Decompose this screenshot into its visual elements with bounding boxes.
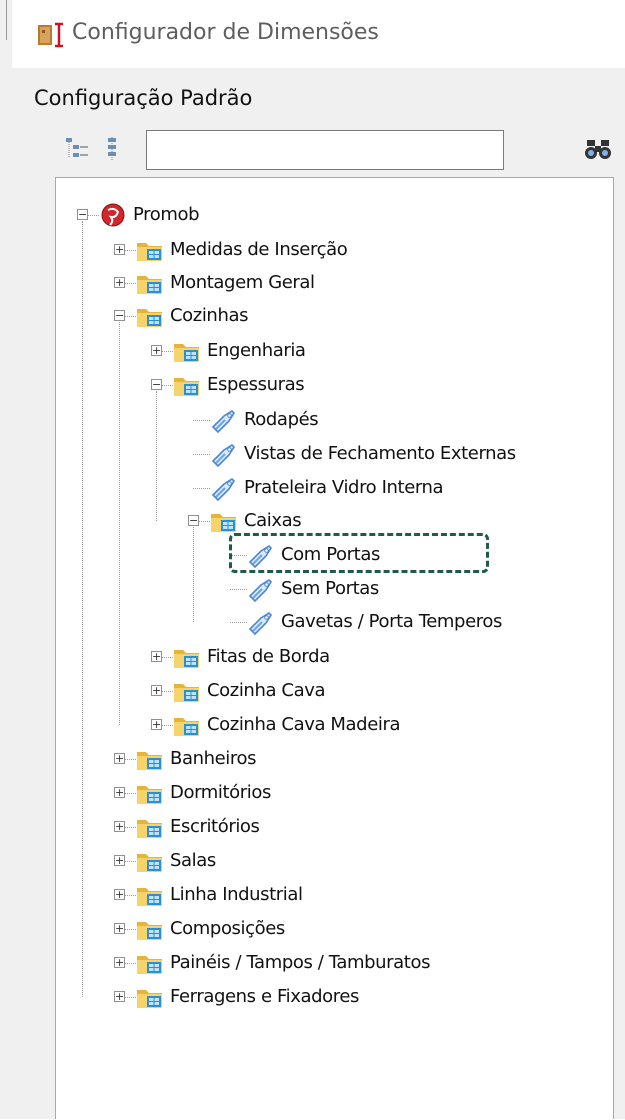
folder-icon xyxy=(137,752,162,770)
folder-icon xyxy=(174,344,199,362)
tree-node-label: Painéis / Tampos / Tamburatos xyxy=(170,952,431,973)
tree-node-label: Vistas de Fechamento Externas xyxy=(244,443,516,464)
tree-node-label: Fitas de Borda xyxy=(207,646,330,667)
tree-view: − Promob + Medidas de Inserção + Montagem … xyxy=(55,177,614,1119)
tree-node-dormitorios[interactable]: + Dormitórios xyxy=(56,776,615,810)
folder-icon xyxy=(137,922,162,940)
tree-node-promob[interactable]: − Promob xyxy=(56,198,615,232)
folder-icon xyxy=(174,378,199,396)
tree-node-label: Salas xyxy=(170,850,216,871)
tree-node-label: Medidas de Inserção xyxy=(170,239,348,260)
expand-toggle-icon[interactable]: + xyxy=(114,889,125,900)
tree-node-label: Prateleira Vidro Interna xyxy=(244,477,444,498)
expand-toggle-icon[interactable]: + xyxy=(151,685,162,696)
folder-icon xyxy=(211,514,236,532)
window-title: Configurador de Dimensões xyxy=(72,20,379,45)
tree-node-escritorios[interactable]: + Escritórios xyxy=(56,810,615,844)
tree-toolbar xyxy=(52,124,625,176)
selection-highlight-box xyxy=(229,533,489,573)
folder-icon xyxy=(174,684,199,702)
tree-node-espessuras[interactable]: − Espessuras xyxy=(56,368,615,402)
tag-icon xyxy=(211,409,236,433)
tree-node-label: Caixas xyxy=(244,510,302,531)
tree-node-sem-portas[interactable]: Sem Portas xyxy=(56,572,615,606)
tree-node-label: Rodapés xyxy=(244,409,319,430)
folder-icon xyxy=(137,888,162,906)
tree-node-label: Espessuras xyxy=(207,374,305,395)
expand-toggle-icon[interactable]: + xyxy=(114,821,125,832)
folder-icon xyxy=(174,650,199,668)
tree-node-montagem-geral[interactable]: + Montagem Geral xyxy=(56,266,615,300)
folder-icon xyxy=(137,990,162,1008)
tag-icon xyxy=(211,477,236,501)
tree-node-gavetas-porta-temperos[interactable]: Gavetas / Porta Temperos xyxy=(56,605,615,639)
tag-icon xyxy=(248,578,273,602)
collapse-toggle-icon[interactable]: − xyxy=(151,379,162,390)
tree-node-vistas-de-fechamento-externas[interactable]: Vistas de Fechamento Externas xyxy=(56,437,615,471)
tree-node-label: Ferragens e Fixadores xyxy=(170,986,359,1007)
tree-node-label: Sem Portas xyxy=(281,578,379,599)
tree-node-label: Cozinha Cava xyxy=(207,680,326,701)
folder-icon xyxy=(137,854,162,872)
tree-node-label: Composições xyxy=(170,918,285,939)
search-input[interactable] xyxy=(146,130,504,170)
expand-toggle-icon[interactable]: + xyxy=(114,244,125,255)
expand-toggle-icon[interactable]: + xyxy=(114,787,125,798)
expand-toggle-icon[interactable]: + xyxy=(114,991,125,1002)
title-bar: Configurador de Dimensões xyxy=(12,0,625,68)
tree-node-salas[interactable]: + Salas xyxy=(56,844,615,878)
expand-all-icon[interactable] xyxy=(64,136,90,162)
tree-node-label: Escritórios xyxy=(170,816,260,837)
configuration-label: Configuração Padrão xyxy=(34,86,253,110)
expand-toggle-icon[interactable]: + xyxy=(114,923,125,934)
collapse-toggle-icon[interactable]: − xyxy=(114,310,125,321)
tree-node-cozinha-cava-madeira[interactable]: + Cozinha Cava Madeira xyxy=(56,708,615,742)
collapse-all-icon[interactable] xyxy=(100,136,126,162)
tree-content: − Promob + Medidas de Inserção + Montagem … xyxy=(56,178,615,1120)
tree-node-cozinhas[interactable]: − Cozinhas xyxy=(56,299,615,333)
collapse-toggle-icon[interactable]: − xyxy=(188,515,199,526)
tree-node-rodapes[interactable]: Rodapés xyxy=(56,403,615,437)
tree-node-ferragens-e-fixadores[interactable]: + Ferragens e Fixadores xyxy=(56,980,615,1014)
tree-node-engenharia[interactable]: + Engenharia xyxy=(56,334,615,368)
tree-node-paineis-tampos-tamburatos[interactable]: + Painéis / Tampos / Tamburatos xyxy=(56,946,615,980)
expand-toggle-icon[interactable]: + xyxy=(151,345,162,356)
tree-node-label: Banheiros xyxy=(170,748,257,769)
tree-node-cozinha-cava[interactable]: + Cozinha Cava xyxy=(56,674,615,708)
folder-icon xyxy=(137,820,162,838)
folder-icon xyxy=(137,956,162,974)
expand-toggle-icon[interactable]: + xyxy=(114,753,125,764)
expand-toggle-icon[interactable]: + xyxy=(114,855,125,866)
tree-node-label: Promob xyxy=(133,204,200,225)
tree-node-fitas-de-borda[interactable]: + Fitas de Borda xyxy=(56,640,615,674)
tree-node-label: Engenharia xyxy=(207,340,306,361)
tree-node-banheiros[interactable]: + Banheiros xyxy=(56,742,615,776)
tree-node-label: Cozinhas xyxy=(170,305,249,326)
expand-toggle-icon[interactable]: + xyxy=(114,277,125,288)
expand-toggle-icon[interactable]: + xyxy=(151,719,162,730)
tag-icon xyxy=(211,443,236,467)
binoculars-search-icon[interactable] xyxy=(584,136,612,162)
tree-node-linha-industrial[interactable]: + Linha Industrial xyxy=(56,878,615,912)
folder-icon xyxy=(137,243,162,261)
tree-node-label: Gavetas / Porta Temperos xyxy=(281,611,502,632)
promob-logo-icon xyxy=(101,203,125,227)
tree-node-label: Dormitórios xyxy=(170,782,271,803)
ruler-app-icon xyxy=(38,22,63,48)
tree-node-composicoes[interactable]: + Composições xyxy=(56,912,615,946)
tree-node-prateleira-vidro-interna[interactable]: Prateleira Vidro Interna xyxy=(56,471,615,505)
folder-icon xyxy=(137,309,162,327)
expand-toggle-icon[interactable]: + xyxy=(114,957,125,968)
expand-toggle-icon[interactable]: + xyxy=(151,651,162,662)
left-window-edge xyxy=(0,0,12,1119)
tree-node-medidas-de-insercao[interactable]: + Medidas de Inserção xyxy=(56,233,615,267)
folder-icon xyxy=(174,718,199,736)
folder-icon xyxy=(137,786,162,804)
folder-icon xyxy=(137,276,162,294)
tree-node-label: Montagem Geral xyxy=(170,272,315,293)
collapse-toggle-icon[interactable]: − xyxy=(77,209,88,220)
tree-node-label: Cozinha Cava Madeira xyxy=(207,714,401,735)
tree-node-label: Linha Industrial xyxy=(170,884,303,905)
tag-icon xyxy=(248,611,273,635)
